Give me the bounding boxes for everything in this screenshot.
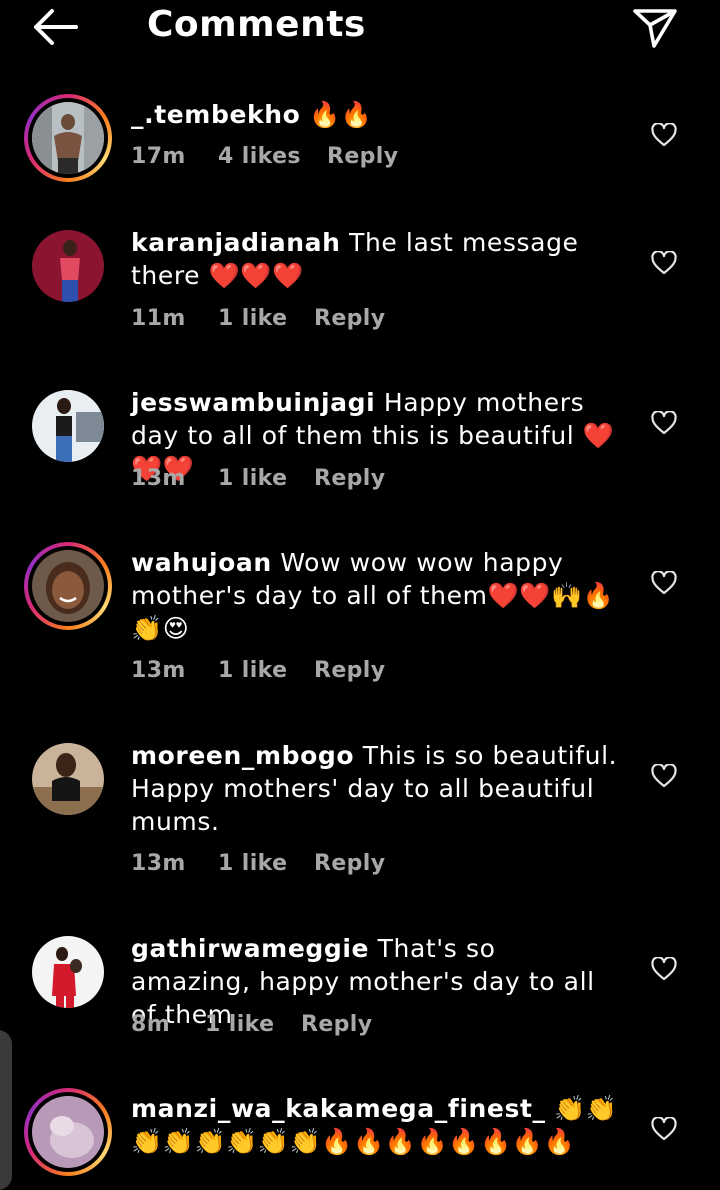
comment-likes[interactable]: 1 like — [218, 658, 287, 683]
reply-button[interactable]: Reply — [314, 466, 386, 491]
avatar-image — [32, 936, 104, 1008]
like-heart-icon[interactable] — [651, 571, 677, 595]
like-heart-icon[interactable] — [651, 1117, 677, 1141]
comment-likes[interactable]: 1 like — [218, 851, 287, 876]
like-heart-icon[interactable] — [651, 251, 677, 275]
like-heart-icon[interactable] — [651, 957, 677, 981]
comment-username[interactable]: moreen_mbogo — [131, 741, 354, 770]
comment-username[interactable]: gathirwameggie — [131, 934, 369, 963]
avatar-image — [32, 102, 104, 174]
comment-time: 11m — [131, 306, 186, 331]
comment-time: 17m — [131, 144, 186, 169]
reply-button[interactable]: Reply — [314, 658, 386, 683]
avatar[interactable] — [24, 222, 112, 310]
reply-button[interactable]: Reply — [301, 1012, 373, 1037]
page-title: Comments — [147, 4, 366, 45]
scroll-handle[interactable] — [0, 1030, 12, 1190]
top-bar: Comments — [0, 0, 720, 56]
comment-time: 13m — [131, 851, 186, 876]
comment-likes[interactable]: 1 like — [218, 306, 287, 331]
like-heart-icon[interactable] — [651, 764, 677, 788]
send-icon — [633, 9, 677, 48]
share-button[interactable] — [630, 6, 680, 50]
back-button[interactable] — [30, 8, 82, 46]
reply-button[interactable]: Reply — [327, 144, 399, 169]
comment-username[interactable]: jesswambuinjagi — [131, 388, 375, 417]
avatar[interactable] — [24, 928, 112, 1016]
like-heart-icon[interactable] — [651, 123, 677, 147]
avatar-image — [32, 230, 104, 302]
comment-likes[interactable]: 4 likes — [218, 144, 301, 169]
reply-button[interactable]: Reply — [314, 306, 386, 331]
comment-username[interactable]: wahujoan — [131, 548, 272, 577]
like-heart-icon[interactable] — [651, 411, 677, 435]
comment-time: 13m — [131, 658, 186, 683]
comment-time: 13m — [131, 466, 186, 491]
avatar-image — [32, 550, 104, 622]
comment-username[interactable]: karanjadianah — [131, 228, 341, 257]
comment-time: 8m — [131, 1012, 171, 1037]
avatar-image — [32, 743, 104, 815]
avatar-image — [32, 390, 104, 462]
arrow-left-icon — [34, 9, 78, 45]
comment-username[interactable]: manzi_wa_kakamega_finest_ — [131, 1094, 546, 1123]
reply-button[interactable]: Reply — [314, 851, 386, 876]
avatar[interactable] — [24, 382, 112, 470]
avatar[interactable] — [24, 542, 112, 630]
avatar[interactable] — [24, 735, 112, 823]
avatar[interactable] — [24, 94, 112, 182]
comment-text: 🔥🔥 — [308, 100, 373, 129]
comment-likes[interactable]: 1 like — [205, 1012, 274, 1037]
comment-username[interactable]: _.tembekho — [131, 100, 300, 129]
avatar[interactable] — [24, 1088, 112, 1176]
comment-likes[interactable]: 1 like — [218, 466, 287, 491]
avatar-image — [32, 1096, 104, 1168]
